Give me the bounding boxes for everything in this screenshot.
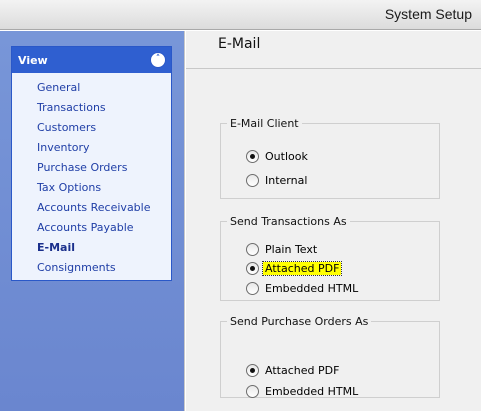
radio-attached-pdf[interactable]: Attached PDF [246,260,343,276]
nav-item-email[interactable]: E-Mail [12,240,171,260]
nav-item-customers[interactable]: Customers [12,120,171,140]
radio-plain-text[interactable]: Plain Text [246,241,319,257]
send-purchase-orders-legend: Send Purchase Orders As [230,315,369,328]
radio-label: Internal [265,173,308,187]
title-divider [186,68,481,69]
send-purchase-orders-group: Send Purchase Orders As Attached PDF Emb… [220,315,440,398]
radio-internal[interactable]: Internal [246,172,309,188]
nav-item-purchase-orders[interactable]: Purchase Orders [12,160,171,180]
nav-item-inventory[interactable]: Inventory [12,140,171,160]
nav-item-accounts-payable[interactable]: Accounts Payable [12,220,171,240]
email-client-legend: E-Mail Client [230,117,299,130]
window-title: System Setup [384,6,472,22]
view-panel: View ˄ General Transactions Customers In… [11,46,172,281]
radio-button[interactable] [246,363,259,377]
nav-list: General Transactions Customers Inventory… [12,73,171,280]
send-transactions-legend: Send Transactions As [230,215,347,228]
radio-label: Attached PDF [265,363,340,377]
main-panel: E-Mail E-Mail Client Outlook Internal Se… [186,31,481,411]
radio-embedded-html[interactable]: Embedded HTML [246,280,360,296]
radio-label: Embedded HTML [265,384,359,398]
radio-button[interactable] [246,149,259,163]
nav-item-consignments[interactable]: Consignments [12,260,171,280]
radio-label: Attached PDF [261,260,343,276]
view-panel-header[interactable]: View ˄ [12,47,171,73]
left-panel: View ˄ General Transactions Customers In… [0,31,185,411]
radio-button[interactable] [246,281,259,295]
view-panel-title: View [18,53,48,67]
page-title: E-Mail [218,36,261,52]
radio-button[interactable] [246,242,259,256]
nav-item-tax-options[interactable]: Tax Options [12,180,171,200]
radio-po-embedded-html[interactable]: Embedded HTML [246,383,360,399]
title-bar: System Setup [0,0,481,30]
radio-label: Outlook [265,149,308,163]
radio-button[interactable] [246,173,259,187]
nav-item-accounts-receivable[interactable]: Accounts Receivable [12,200,171,220]
radio-button[interactable] [246,384,259,398]
radio-po-attached-pdf[interactable]: Attached PDF [246,362,341,378]
send-transactions-group: Send Transactions As Plain Text Attached… [220,215,440,301]
radio-outlook[interactable]: Outlook [246,148,310,164]
radio-button[interactable] [246,261,259,275]
nav-item-transactions[interactable]: Transactions [12,100,171,120]
radio-label: Embedded HTML [265,281,359,295]
nav-item-general[interactable]: General [12,80,171,100]
email-client-group: E-Mail Client Outlook Internal [220,117,440,199]
double-chevron-up-icon[interactable]: ˄ [150,52,166,68]
radio-label: Plain Text [265,242,318,256]
